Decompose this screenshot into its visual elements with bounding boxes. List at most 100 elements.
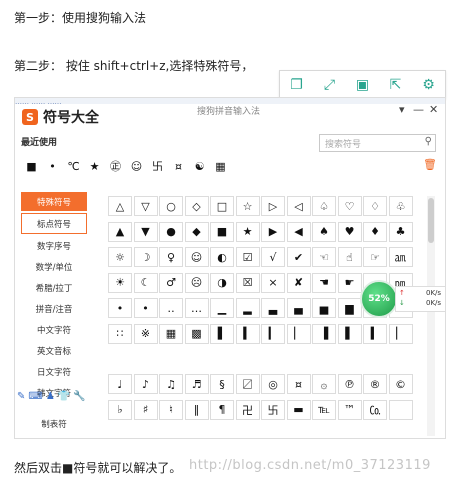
symbol-cell[interactable]: ®	[363, 374, 387, 394]
save-icon[interactable]: ▣	[352, 74, 374, 96]
symbol-cell[interactable]: ▐	[312, 323, 336, 344]
symbol-cell[interactable]: ▷	[261, 196, 285, 216]
search-input[interactable]: 搜索符号 ⚲	[319, 134, 436, 152]
symbol-cell[interactable]: 卍	[235, 399, 260, 420]
symbol-cell[interactable]: ☆	[235, 196, 260, 216]
symbol-cell[interactable]: ★	[235, 221, 260, 242]
symbol-cell[interactable]: ♯	[133, 399, 158, 420]
recent-symbol[interactable]: ☯	[189, 156, 210, 176]
wrench-icon[interactable]: 🔧	[73, 391, 85, 402]
symbol-cell[interactable]: ♬	[184, 374, 209, 394]
symbol-cell[interactable]: ☹	[184, 272, 209, 293]
symbol-cell[interactable]: ※	[133, 323, 158, 344]
symbol-cell[interactable]: •	[108, 298, 132, 318]
symbol-cell[interactable]: ♀	[159, 247, 183, 267]
trash-icon[interactable]: 🗑	[423, 158, 437, 171]
symbol-cell[interactable]: ☜	[312, 247, 336, 267]
symbol-cell[interactable]: ‥	[159, 298, 183, 318]
recent-symbol[interactable]: •	[42, 156, 63, 176]
symbol-cell[interactable]: ◀	[286, 221, 311, 242]
symbol-cell[interactable]: ▍	[235, 323, 260, 344]
symbol-cell[interactable]: ▄	[286, 298, 311, 318]
symbol-cell[interactable]: ✔	[286, 247, 311, 267]
symbol-cell[interactable]: ۞	[312, 374, 336, 394]
user-icon[interactable]: ♟	[46, 391, 55, 402]
symbol-cell[interactable]: ♭	[108, 399, 132, 420]
symbol-cell[interactable]: ▍	[363, 323, 387, 344]
symbol-cell[interactable]: ¶	[210, 399, 234, 420]
sidebar-item[interactable]: 数学/单位	[21, 257, 87, 276]
symbol-cell[interactable]: ◐	[210, 247, 234, 267]
sidebar-item[interactable]: 希腊/拉丁	[21, 278, 87, 297]
symbol-cell[interactable]: §	[210, 374, 234, 394]
symbol-cell[interactable]: ♪	[133, 374, 158, 394]
sidebar-item[interactable]: 拼音/注音	[21, 299, 87, 318]
symbol-cell[interactable]: ♩	[108, 374, 132, 394]
scrollbar[interactable]	[427, 196, 435, 436]
symbol-cell[interactable]: ▂	[235, 298, 260, 318]
search-icon[interactable]: ⚲	[425, 136, 432, 147]
share-icon[interactable]: ⇱	[385, 74, 407, 96]
symbol-cell[interactable]: ☝	[337, 247, 362, 267]
symbol-cell[interactable]: ™	[337, 399, 362, 420]
recent-symbol[interactable]: 卐	[147, 156, 168, 176]
symbol-cell[interactable]: ♧	[388, 196, 413, 216]
symbol-cell[interactable]: √	[261, 247, 285, 267]
symbol-cell[interactable]: ☚	[312, 272, 336, 293]
close-button[interactable]: ✕	[429, 103, 438, 116]
symbol-cell[interactable]: □	[210, 196, 234, 216]
symbol-cell[interactable]: ▦	[159, 323, 183, 344]
recent-symbol[interactable]: ㊣	[105, 156, 126, 176]
symbol-cell[interactable]: ▁	[210, 298, 234, 318]
symbol-cell[interactable]: ☼	[108, 247, 132, 267]
recent-symbol[interactable]: ℃	[63, 156, 84, 176]
symbol-cell[interactable]: ∷	[108, 323, 132, 344]
pencil-icon[interactable]: ✎	[17, 391, 25, 402]
symbol-cell[interactable]: …	[184, 298, 209, 318]
symbol-cell[interactable]: ♂	[159, 272, 183, 293]
symbol-cell[interactable]: ☽	[133, 247, 158, 267]
sidebar-item[interactable]: 标点符号	[21, 213, 87, 234]
symbol-cell[interactable]: ☺	[184, 247, 209, 267]
scroll-thumb[interactable]	[428, 198, 434, 243]
minimize-button[interactable]: —	[413, 103, 424, 116]
symbol-cell[interactable]	[388, 399, 413, 420]
symbol-cell[interactable]: ♥	[337, 221, 362, 242]
symbol-cell[interactable]: ‖	[184, 399, 209, 420]
symbol-cell[interactable]: ▃	[261, 298, 285, 318]
symbol-cell[interactable]: ▌	[210, 323, 234, 344]
sidebar-item-table-symbols[interactable]: 制表符	[21, 418, 87, 430]
symbol-cell[interactable]: ■	[210, 221, 234, 242]
symbol-cell[interactable]: ▆	[337, 298, 362, 318]
sidebar-item[interactable]: 数字序号	[21, 236, 87, 255]
symbol-cell[interactable]: ♣	[388, 221, 413, 242]
symbol-cell[interactable]: ▅	[312, 298, 336, 318]
symbol-cell[interactable]: ㏇	[363, 399, 387, 420]
copy-icon[interactable]: ❐	[286, 74, 308, 96]
shirt-icon[interactable]: 👕	[58, 391, 70, 402]
symbol-cell[interactable]: ♡	[337, 196, 362, 216]
symbol-cell[interactable]: ◎	[261, 374, 285, 394]
symbol-cell[interactable]: ○	[159, 196, 183, 216]
symbol-cell[interactable]: ♫	[159, 374, 183, 394]
symbol-cell[interactable]: ×	[261, 272, 285, 293]
symbol-cell[interactable]: ▬	[286, 399, 311, 420]
recent-symbol[interactable]: ¤	[168, 156, 189, 176]
recent-symbol[interactable]: ☺	[126, 156, 147, 176]
symbol-cell[interactable]: ✘	[286, 272, 311, 293]
symbol-cell[interactable]: 〼	[235, 374, 260, 394]
sidebar-item[interactable]: 中文字符	[21, 320, 87, 339]
symbol-cell[interactable]: ▶	[261, 221, 285, 242]
symbol-cell[interactable]: ♤	[312, 196, 336, 216]
symbol-cell[interactable]: ℗	[337, 374, 362, 394]
symbol-cell[interactable]: ▼	[133, 221, 158, 242]
symbol-cell[interactable]: ℡	[312, 399, 336, 420]
symbol-cell[interactable]: △	[108, 196, 132, 216]
symbol-cell[interactable]: ●	[159, 221, 183, 242]
network-speed-ball[interactable]: 52%	[360, 280, 398, 318]
symbol-cell[interactable]: ♢	[363, 196, 387, 216]
symbol-cell[interactable]: ©	[388, 374, 413, 394]
symbol-cell[interactable]: ☑	[235, 247, 260, 267]
symbol-cell[interactable]: 卐	[261, 399, 285, 420]
symbol-cell[interactable]: ♦	[363, 221, 387, 242]
